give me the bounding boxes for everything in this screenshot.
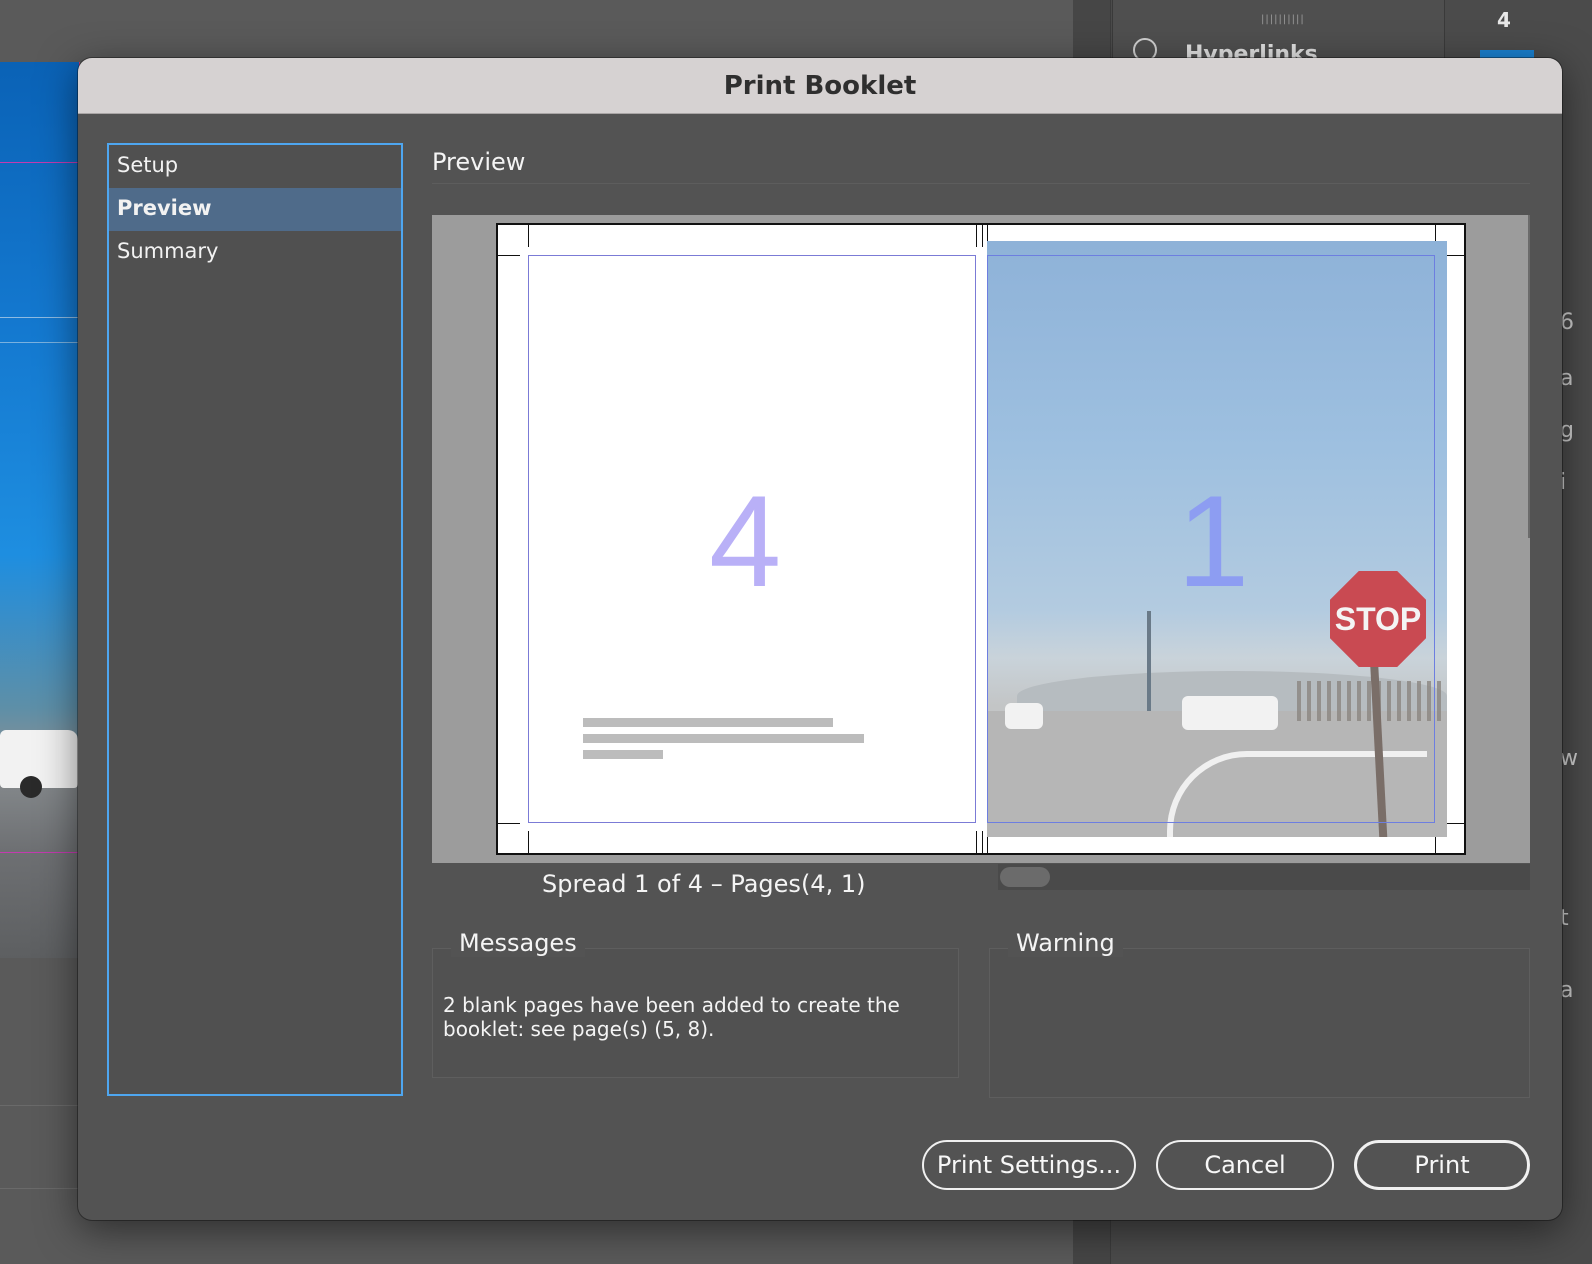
crop-mark: [528, 831, 529, 853]
crop-mark: [976, 831, 977, 853]
section-divider: [432, 183, 1530, 184]
background-pasteboard: [0, 960, 80, 1264]
page-right-trim-frame: [987, 255, 1435, 823]
crop-mark: [1435, 225, 1436, 241]
edge-letter: w: [1560, 746, 1578, 771]
warning-title: Warning: [1008, 929, 1123, 957]
crop-mark: [498, 255, 520, 256]
messages-group: Messages 2 blank pages have been added t…: [432, 929, 959, 1078]
booklet-page-left: 4: [528, 255, 976, 823]
text-line: [583, 750, 663, 759]
section-title: Preview: [432, 148, 526, 176]
crop-mark: [498, 823, 520, 824]
divider: [0, 1188, 80, 1189]
text-line: [583, 718, 833, 727]
hyperlinks-panel[interactable]: |||||||||| Hyperlinks: [1112, 0, 1445, 67]
edge-letter: a: [1560, 978, 1574, 1003]
spread-indicator: Spread 1 of 4 – Pages(4, 1): [542, 870, 866, 898]
divider: [0, 1105, 80, 1106]
nav-item-preview[interactable]: Preview: [109, 188, 401, 231]
category-list: Setup Preview Summary: [107, 143, 403, 1096]
crop-mark: [976, 225, 977, 247]
text-placeholder-lines: [583, 718, 864, 766]
power-line: [0, 342, 80, 343]
print-settings-button[interactable]: Print Settings...: [922, 1140, 1136, 1190]
spread-slider[interactable]: [998, 864, 1530, 890]
background-truck: [0, 730, 78, 798]
nav-item-summary[interactable]: Summary: [109, 231, 401, 274]
power-line: [0, 317, 80, 318]
guide-line: [0, 162, 80, 163]
edge-letter: a: [1560, 366, 1574, 391]
nav-item-setup[interactable]: Setup: [109, 145, 401, 188]
printer-sheet: 4 STOP 1: [496, 223, 1466, 855]
spread-slider-thumb[interactable]: [1000, 867, 1050, 887]
preview-canvas: 4 STOP 1: [432, 215, 1530, 863]
crop-mark: [982, 831, 983, 853]
print-booklet-dialog: Print Booklet Setup Preview Summary Prev…: [78, 58, 1562, 1220]
warning-group: Warning: [989, 929, 1530, 1098]
text-line: [583, 734, 864, 743]
crop-mark: [982, 225, 983, 247]
dialog-title: Print Booklet: [723, 70, 917, 101]
messages-text: 2 blank pages have been added to create …: [443, 993, 900, 1041]
panel-grip[interactable]: ||||||||||: [1261, 14, 1305, 25]
background-document-photo: [0, 62, 80, 958]
print-button[interactable]: Print: [1354, 1140, 1530, 1190]
page-number-left: 4: [709, 468, 782, 614]
messages-title: Messages: [451, 929, 585, 957]
edge-letter: g: [1560, 418, 1574, 443]
crop-mark: [1444, 255, 1466, 256]
edge-letter: 6: [1560, 310, 1574, 335]
dialog-titlebar[interactable]: Print Booklet: [78, 58, 1562, 114]
page-number-label: 4: [1497, 8, 1511, 32]
preview-vertical-scrollbar[interactable]: [1528, 215, 1530, 538]
guide-line: [0, 852, 80, 853]
cancel-button[interactable]: Cancel: [1156, 1140, 1334, 1190]
crop-mark: [528, 225, 529, 247]
crop-mark: [1444, 823, 1466, 824]
